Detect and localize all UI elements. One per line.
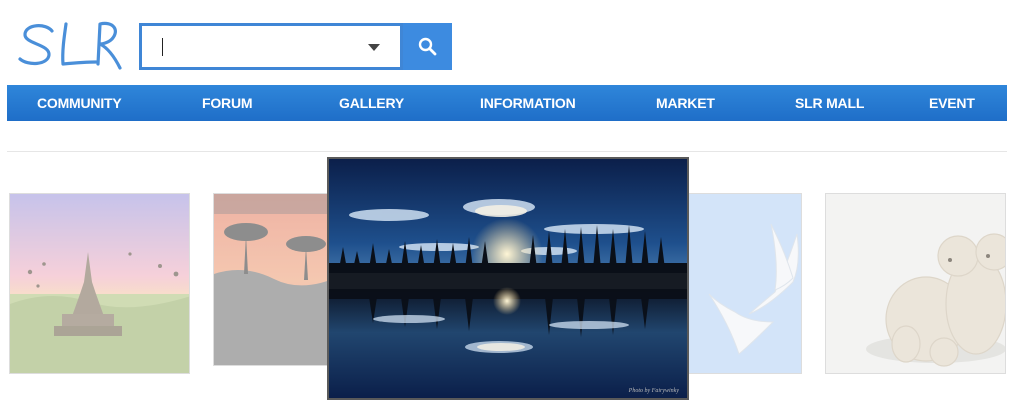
chevron-down-icon[interactable] <box>366 39 382 55</box>
site-logo[interactable] <box>16 18 126 74</box>
nav-item-event[interactable]: EVENT <box>929 85 975 121</box>
nav-item-forum[interactable]: FORUM <box>202 85 253 121</box>
nav-item-market[interactable]: MARKET <box>656 85 715 121</box>
divider <box>7 151 1007 152</box>
gallery-thumbnail-temple[interactable] <box>9 193 190 374</box>
gallery-thumbnail-sunset-trees[interactable] <box>213 193 343 366</box>
gallery-thumbnail-polar-bears[interactable] <box>825 193 1006 374</box>
nav-item-slr-mall[interactable]: SLR MALL <box>795 85 864 121</box>
gallery-featured-image[interactable]: Photo by Fairywinky <box>327 157 689 400</box>
nav-item-community[interactable]: COMMUNITY <box>37 85 122 121</box>
gallery-thumbnail-birds[interactable] <box>688 193 802 374</box>
text-caret <box>162 38 163 56</box>
search-input[interactable] <box>154 34 358 62</box>
search-box <box>139 23 403 70</box>
photo-credit: Photo by Fairywinky <box>628 388 679 394</box>
main-nav: COMMUNITY FORUM GALLERY INFORMATION MARK… <box>7 85 1007 121</box>
nav-item-gallery[interactable]: GALLERY <box>339 85 404 121</box>
nav-item-information[interactable]: INFORMATION <box>480 85 576 121</box>
search-button[interactable] <box>403 23 452 70</box>
